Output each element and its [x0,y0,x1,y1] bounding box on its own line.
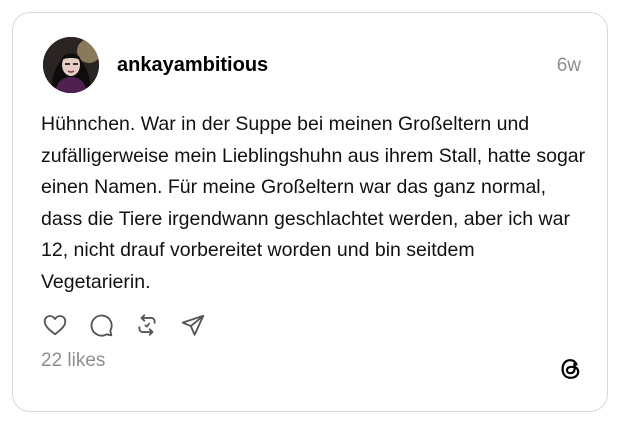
reply-button[interactable] [87,311,115,339]
post-timestamp[interactable]: 6w [557,54,581,78]
share-button[interactable] [179,311,207,339]
post-card: ankayambitious 6w Hühnchen. War in der S… [12,12,608,412]
repost-icon [138,314,156,336]
repost-button[interactable] [133,311,161,339]
avatar[interactable] [43,37,99,93]
post-text: Hühnchen. War in der Suppe bei meinen Gr… [41,113,586,293]
heart-icon [43,315,67,336]
avatar-image [43,37,99,93]
username[interactable]: ankayambitious [117,53,268,77]
comment-icon [90,314,113,337]
threads-logo-icon [561,359,580,379]
likes-count[interactable]: 22 likes [41,349,105,373]
threads-logo[interactable] [557,355,585,383]
like-button[interactable] [41,311,69,339]
send-icon [181,314,205,336]
action-bar [41,311,225,339]
